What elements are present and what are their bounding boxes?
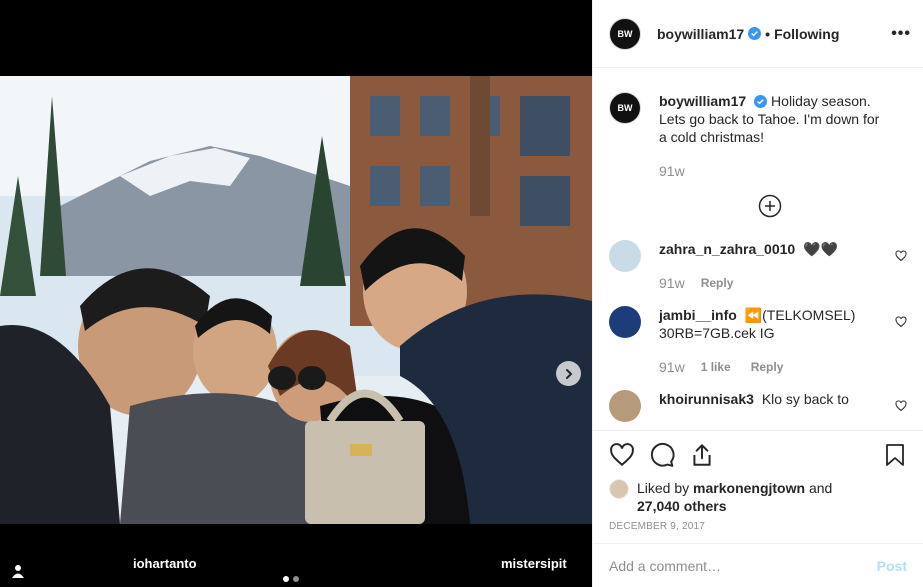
share-icon[interactable]: [689, 442, 715, 468]
comment-username[interactable]: jambi__info: [659, 307, 737, 323]
liker-avatar[interactable]: [609, 479, 629, 499]
post-header: BW boywilliam17 • Following •••: [593, 0, 923, 68]
comment-username[interactable]: khoirunnisak3: [659, 391, 754, 407]
comment-input[interactable]: [609, 557, 877, 574]
separator-dot: •: [765, 25, 771, 42]
bookmark-icon[interactable]: [883, 442, 907, 468]
comment-time[interactable]: 91w: [659, 274, 685, 292]
likes-count[interactable]: 27,040 others: [637, 498, 727, 514]
reply-button[interactable]: Reply: [701, 274, 734, 292]
commenter-avatar[interactable]: [609, 306, 641, 338]
commenter-avatar[interactable]: [609, 240, 641, 272]
likes-summary: Liked by markonengjtown and 27,040 other…: [609, 479, 907, 515]
following-button[interactable]: Following: [774, 26, 839, 42]
reply-button[interactable]: Reply: [751, 358, 784, 376]
comment-text: Klo sy back to: [761, 391, 849, 407]
carousel-dot: [293, 576, 299, 582]
liked-by-prefix: Liked by: [637, 480, 690, 496]
comment-time[interactable]: 91w: [659, 358, 685, 376]
carousel-dot-active: [283, 576, 289, 582]
comment-icon[interactable]: [649, 442, 675, 468]
more-options-button[interactable]: •••: [891, 25, 911, 43]
commenter-avatar[interactable]: [609, 390, 641, 422]
photo-tag-iohartanto[interactable]: iohartanto: [133, 556, 197, 571]
caption-username[interactable]: boywilliam17: [659, 93, 746, 109]
post-actions-section: Liked by markonengjtown and 27,040 other…: [593, 430, 923, 532]
caption-avatar[interactable]: BW: [609, 92, 641, 124]
comment-item: jambi__info ⏪(TELKOMSEL) 30RB=7GB.cek IG…: [609, 306, 907, 376]
liked-by-and: and: [808, 480, 833, 496]
load-more-comments-button[interactable]: [609, 194, 907, 218]
comment-like-count[interactable]: 1 like: [701, 358, 731, 376]
header-username[interactable]: boywilliam17: [657, 26, 744, 42]
post-media-panel: iohartanto mistersipit: [0, 0, 592, 587]
photo-tag-mistersipit[interactable]: mistersipit: [501, 556, 567, 571]
post-comment-button[interactable]: Post: [877, 558, 907, 574]
caption-time[interactable]: 91w: [659, 162, 685, 180]
comment-username[interactable]: zahra_n_zahra_0010: [659, 241, 795, 257]
verified-badge-icon: [754, 95, 768, 108]
heart-icon[interactable]: [895, 250, 907, 262]
comments-list: BW boywilliam17 Holiday season. Lets go …: [593, 68, 923, 430]
photo-illustration: [0, 76, 592, 524]
heart-icon[interactable]: [609, 442, 635, 468]
chevron-right-icon: [565, 368, 572, 379]
carousel-indicator: [283, 576, 299, 582]
heart-icon[interactable]: [895, 316, 907, 328]
action-bar: [609, 431, 907, 479]
post-photo[interactable]: [0, 76, 592, 524]
verified-badge-icon: [748, 27, 762, 40]
plus-circle-icon: [758, 194, 782, 218]
comment-item: khoirunnisak3 Klo sy back to: [609, 390, 907, 422]
caption: BW boywilliam17 Holiday season. Lets go …: [609, 92, 907, 180]
liked-by-username[interactable]: markonengjtown: [693, 480, 805, 496]
post-side-panel: BW boywilliam17 • Following ••• BW boywi…: [592, 0, 923, 587]
heart-icon[interactable]: [895, 400, 907, 412]
post-date[interactable]: DECEMBER 9, 2017: [609, 521, 907, 532]
comment-text: 🖤🖤: [803, 241, 838, 257]
next-photo-button[interactable]: [556, 361, 581, 386]
comment-item: zahra_n_zahra_0010 🖤🖤 91w Reply: [609, 240, 907, 292]
add-comment-bar: Post: [593, 543, 923, 587]
avatar[interactable]: BW: [609, 17, 641, 50]
user-tag-icon[interactable]: [10, 563, 26, 579]
